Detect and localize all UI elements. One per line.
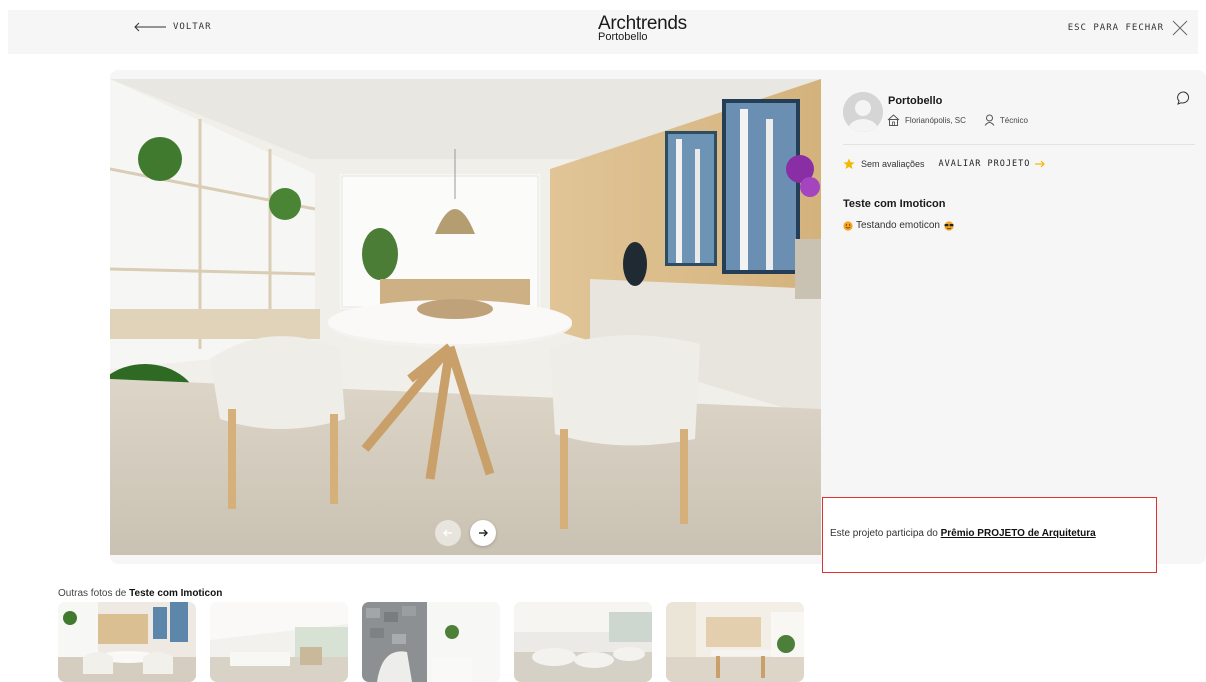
- project-description-text: Testando emoticon: [856, 220, 940, 231]
- project-title: Teste com Imoticon: [843, 198, 946, 210]
- arrow-left-icon: [134, 22, 166, 32]
- other-photos-heading: Outras fotos de Teste com Imoticon: [58, 588, 222, 599]
- thumbnail-lounge[interactable]: [514, 602, 652, 682]
- other-photos-prefix: Outras fotos de: [58, 588, 130, 599]
- star-icon: [843, 158, 855, 169]
- user-avatar-icon: [843, 92, 883, 132]
- close-button[interactable]: ESC PARA FECHAR: [1068, 20, 1188, 36]
- back-button[interactable]: VOLTAR: [133, 22, 212, 32]
- thumbnail-living-open[interactable]: [210, 602, 348, 682]
- back-label: VOLTAR: [173, 22, 212, 32]
- thumbnail-dining[interactable]: [58, 602, 196, 682]
- arrow-right-icon: [1035, 160, 1046, 168]
- user-icon: [984, 114, 995, 126]
- close-label: ESC PARA FECHAR: [1067, 23, 1164, 33]
- sunglasses-emoji-icon: [944, 220, 954, 231]
- author-meta: Florianópolis, SC Técnico: [887, 114, 1040, 126]
- award-highlight: Este projeto participa do Prêmio PROJETO…: [822, 497, 1157, 573]
- author-location: Florianópolis, SC: [887, 114, 966, 126]
- brand-logo[interactable]: Archtrends Portobello: [598, 14, 718, 43]
- thumbnail-strip: [58, 602, 804, 682]
- divider: [843, 144, 1195, 145]
- close-icon: [1172, 20, 1188, 36]
- project-info-panel: Portobello Florianópolis, SC Técnico Sem…: [821, 70, 1206, 573]
- top-bar: VOLTAR Archtrends Portobello ESC PARA FE…: [8, 10, 1198, 54]
- next-photo-button[interactable]: [470, 520, 496, 546]
- rate-project-label: AVALIAR PROJETO: [938, 159, 1031, 169]
- arrow-left-icon: [443, 529, 452, 537]
- rating-text: Sem avaliações: [861, 159, 925, 169]
- award-link[interactable]: Prêmio PROJETO de Arquitetura: [941, 528, 1096, 539]
- previous-photo-button[interactable]: [435, 520, 461, 546]
- arrow-right-icon: [479, 529, 488, 537]
- author-role: Técnico: [984, 114, 1028, 126]
- other-photos-title: Teste com Imoticon: [129, 588, 223, 599]
- project-description: Testando emoticon: [843, 220, 955, 231]
- award-prefix: Este projeto participa do: [830, 528, 941, 539]
- award-text: Este projeto participa do Prêmio PROJETO…: [830, 528, 1096, 539]
- comment-icon: [1177, 91, 1190, 105]
- author-role-text: Técnico: [999, 115, 1028, 125]
- author-location-text: Florianópolis, SC: [905, 115, 966, 125]
- author-name[interactable]: Portobello: [888, 95, 942, 107]
- home-icon: [887, 114, 900, 126]
- thumbnail-stone-wall[interactable]: [362, 602, 500, 682]
- comment-button[interactable]: [1176, 90, 1192, 111]
- smile-emoji-icon: [843, 220, 853, 231]
- rate-project-button[interactable]: AVALIAR PROJETO: [939, 159, 1046, 169]
- thumbnail-kitchen[interactable]: [666, 602, 804, 682]
- main-photo: [110, 79, 821, 555]
- rating-row: Sem avaliações AVALIAR PROJETO: [843, 158, 1046, 170]
- avatar[interactable]: [843, 92, 883, 132]
